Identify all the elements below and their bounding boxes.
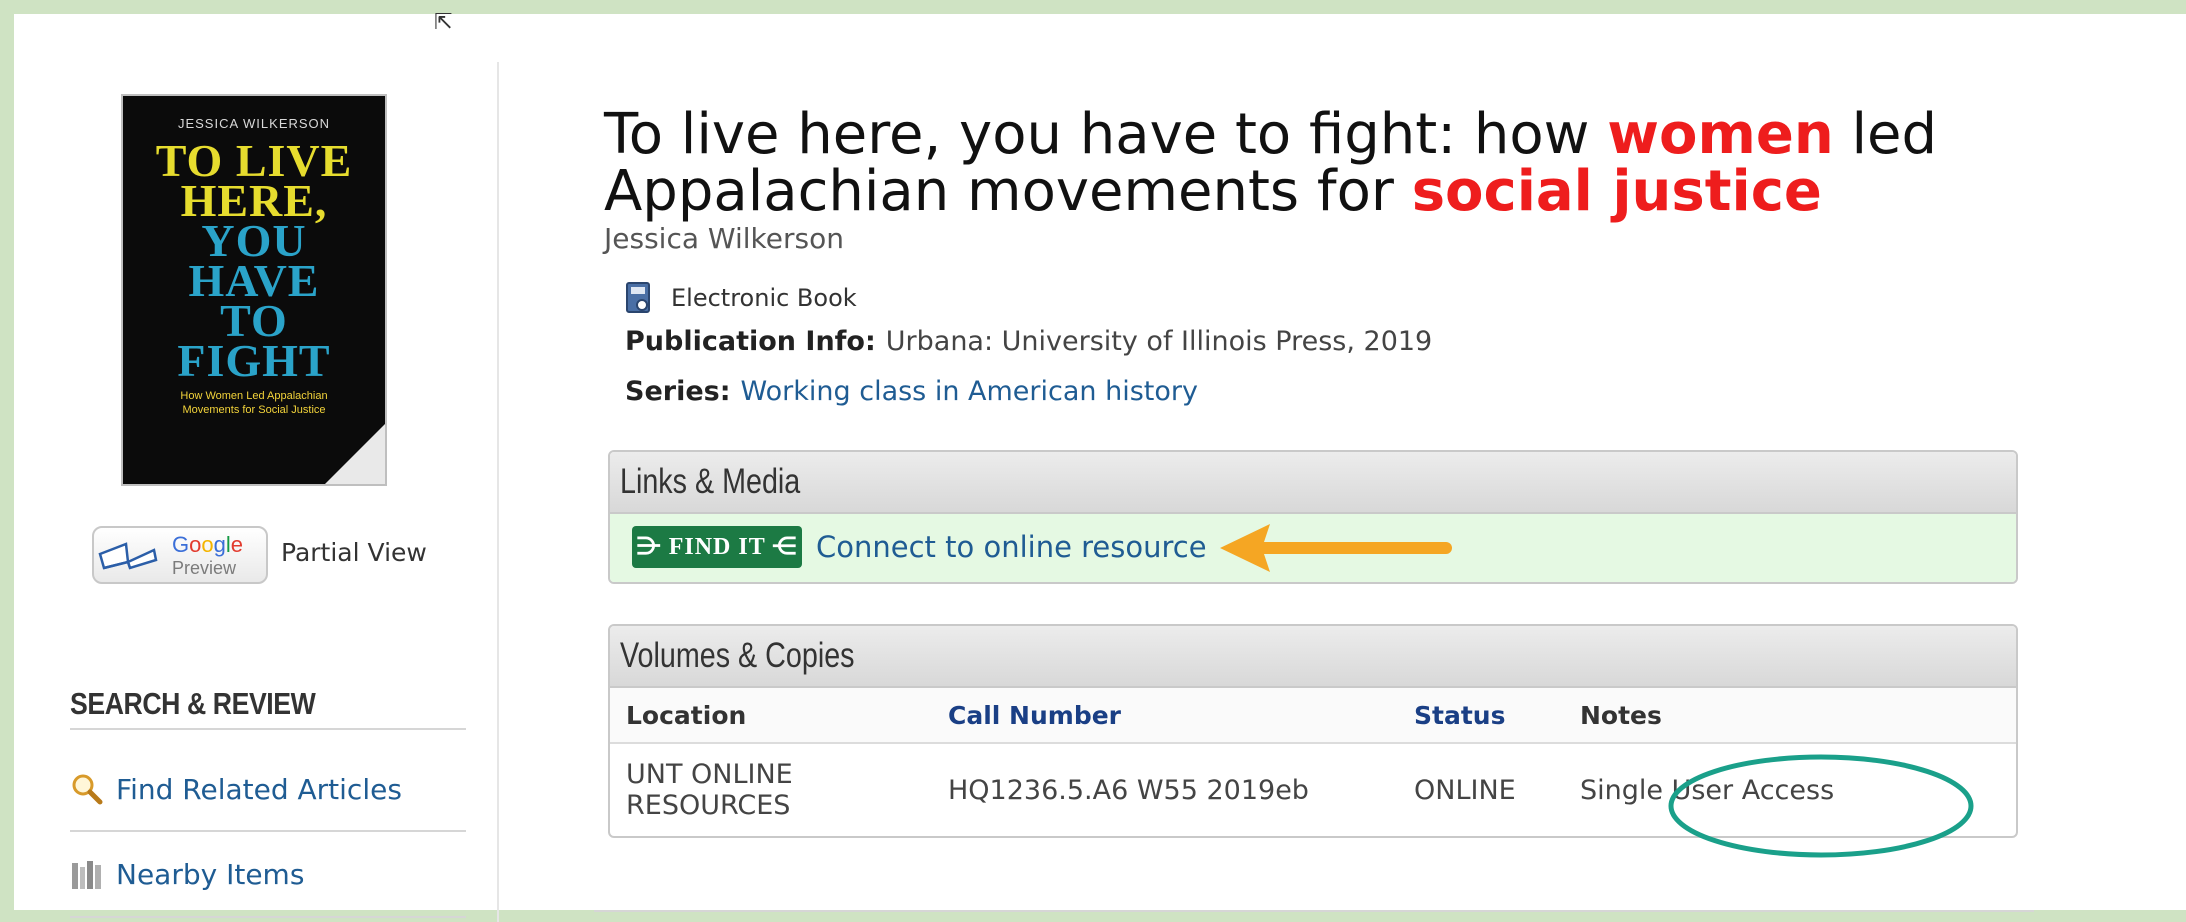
divider (594, 910, 2034, 912)
sidebar-heading: SEARCH & REVIEW (70, 686, 316, 721)
column-header-call-number[interactable]: Call Number (932, 688, 1398, 744)
google-logo: Google (172, 532, 244, 557)
ebook-icon (626, 282, 650, 313)
cover-author: JESSICA WILKERSON (177, 116, 331, 131)
title-text: To live here, you have to fight: how (604, 102, 1608, 167)
series-link[interactable]: Working class in American history (741, 376, 1198, 407)
book-cover-image[interactable]: JESSICA WILKERSON TO LIVE HERE, YOU HAVE… (121, 94, 387, 486)
teal-ellipse-annotation (1668, 754, 1974, 858)
links-media-panel: Links & Media ⋺ FIND IT ⋲ Connect to onl… (608, 450, 2018, 584)
divider (70, 830, 466, 832)
sidebar-item-find-related-articles[interactable]: Find Related Articles (70, 772, 402, 806)
divider (70, 728, 466, 730)
connect-online-resource-link[interactable]: Connect to online resource (816, 530, 1207, 564)
cell-call-number: HQ1236.5.A6 W55 2019eb (948, 774, 1309, 806)
sidebar-item-label: Find Related Articles (116, 772, 402, 806)
panel-heading-text: Volumes & Copies (620, 636, 855, 675)
cell-status: ONLINE (1414, 774, 1516, 806)
cell-location: UNT ONLINE RESOURCES (626, 759, 793, 821)
magnifier-icon (72, 774, 103, 805)
sidebar-item-nearby-items[interactable]: Nearby Items (70, 857, 304, 891)
column-header-notes: Notes (1564, 688, 2016, 744)
title-highlight: women (1607, 102, 1834, 167)
preview-label: Preview (172, 558, 237, 578)
mouse-cursor-icon: ⇱ (434, 10, 453, 35)
page: ⇱ JESSICA WILKERSON TO LIVE HERE, YOU HA… (14, 10, 2186, 922)
google-preview-button[interactable]: Google Preview (92, 526, 268, 584)
partial-view-label: Partial View (281, 538, 427, 567)
panel-heading: Links & Media (610, 452, 2016, 514)
title-highlight: social justice (1411, 159, 1822, 224)
column-header-status[interactable]: Status (1398, 688, 1564, 744)
series-label: Series: (625, 376, 731, 407)
format-label: Electronic Book (671, 284, 857, 312)
publication-info-row: Publication Info: Urbana: University of I… (625, 326, 1432, 357)
series-row: Series: Working class in American history (625, 376, 1198, 407)
cover-subtitle: How Women Led Appalachian Movements for … (180, 390, 328, 416)
publication-info-value: Urbana: University of Illinois Press, 20… (885, 326, 1433, 357)
column-divider (497, 62, 499, 922)
table-header-row: Location Call Number Status Notes (610, 688, 2016, 744)
open-book-icon (98, 542, 158, 570)
cover-title-line: FIGHT (177, 335, 331, 386)
divider (70, 916, 466, 918)
find-it-button[interactable]: ⋺ FIND IT ⋲ (632, 526, 802, 568)
page-curl-icon (325, 424, 385, 484)
author-name: Jessica Wilkerson (604, 222, 844, 255)
links-media-body: ⋺ FIND IT ⋲ Connect to online resource (610, 514, 2016, 582)
publication-info-label: Publication Info: (625, 326, 876, 357)
panel-heading: Volumes & Copies (610, 626, 2016, 688)
orange-arrow-annotation (1220, 524, 1452, 572)
panel-heading-text: Links & Media (620, 462, 801, 501)
record-title: To live here, you have to fight: how wom… (604, 106, 2104, 220)
column-header-location: Location (610, 688, 932, 744)
sidebar-item-label: Nearby Items (116, 857, 305, 891)
find-it-label: FIND IT (668, 534, 766, 560)
bookshelf-icon (72, 861, 101, 889)
format-row: Electronic Book (625, 282, 857, 314)
